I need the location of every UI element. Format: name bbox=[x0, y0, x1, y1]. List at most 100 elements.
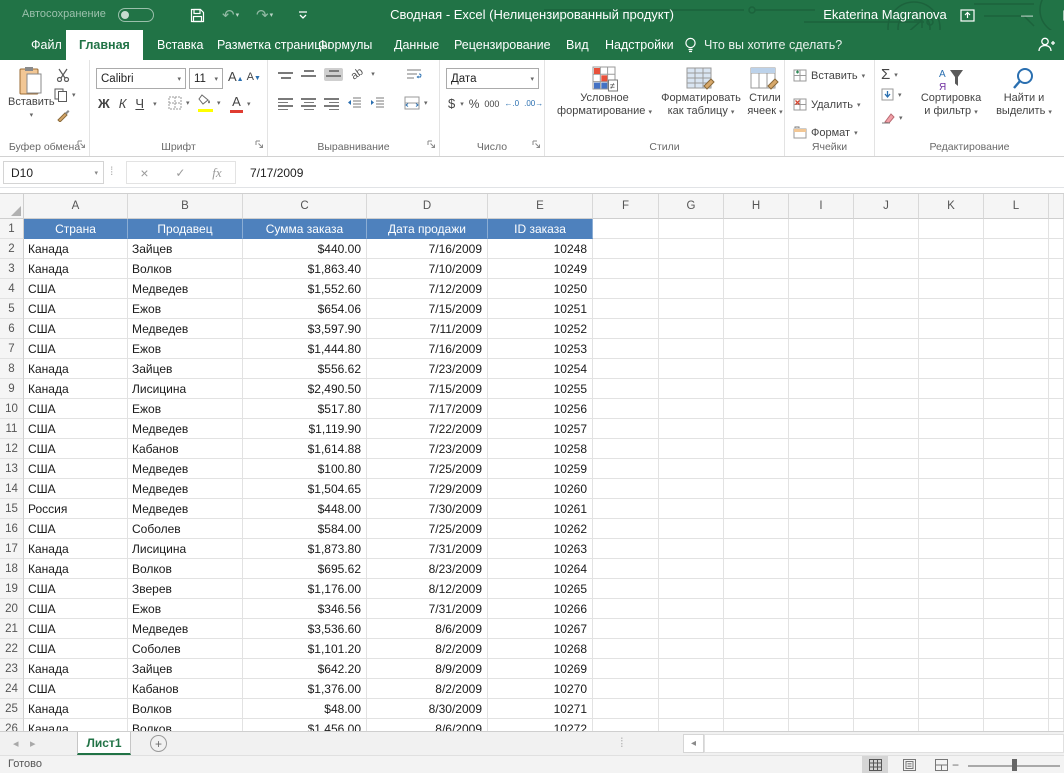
cell-L12[interactable] bbox=[984, 439, 1049, 459]
cell-G17[interactable] bbox=[659, 539, 724, 559]
cell-I2[interactable] bbox=[789, 239, 854, 259]
orientation-button[interactable]: ab bbox=[349, 66, 366, 83]
cell-F21[interactable] bbox=[593, 619, 659, 639]
cell-J2[interactable] bbox=[854, 239, 919, 259]
cell-D9[interactable]: 7/15/2009 bbox=[367, 379, 488, 399]
cell-B9[interactable]: Лисицина bbox=[128, 379, 243, 399]
cell-B24[interactable]: Кабанов bbox=[128, 679, 243, 699]
cell-C26[interactable]: $1,456.00 bbox=[243, 719, 367, 731]
cell-K2[interactable] bbox=[919, 239, 984, 259]
cell-B10[interactable]: Ежов bbox=[128, 399, 243, 419]
cell-G25[interactable] bbox=[659, 699, 724, 719]
cell-E24[interactable]: 10270 bbox=[488, 679, 593, 699]
alignment-dialog-launcher[interactable] bbox=[427, 140, 436, 152]
row-header-18[interactable]: 18 bbox=[0, 559, 24, 579]
cell-F1[interactable] bbox=[593, 219, 659, 239]
number-dialog-launcher[interactable] bbox=[532, 140, 541, 152]
cell-J24[interactable] bbox=[854, 679, 919, 699]
cell-G15[interactable] bbox=[659, 499, 724, 519]
cell-L23[interactable] bbox=[984, 659, 1049, 679]
cell-G1[interactable] bbox=[659, 219, 724, 239]
cell-D10[interactable]: 7/17/2009 bbox=[367, 399, 488, 419]
row-header-10[interactable]: 10 bbox=[0, 399, 24, 419]
cell-K11[interactable] bbox=[919, 419, 984, 439]
font-name-select[interactable]: Calibri▾ bbox=[96, 68, 186, 89]
number-format-select[interactable]: Дата▾ bbox=[446, 68, 539, 89]
cell-J16[interactable] bbox=[854, 519, 919, 539]
cell-D15[interactable]: 7/30/2009 bbox=[367, 499, 488, 519]
cell-F10[interactable] bbox=[593, 399, 659, 419]
cell-B3[interactable]: Волков bbox=[128, 259, 243, 279]
cell-K25[interactable] bbox=[919, 699, 984, 719]
cell-B16[interactable]: Соболев bbox=[128, 519, 243, 539]
cell-D16[interactable]: 7/25/2009 bbox=[367, 519, 488, 539]
cell-B19[interactable]: Зверев bbox=[128, 579, 243, 599]
tab-formulas[interactable]: Формулы bbox=[305, 30, 385, 60]
cell-C22[interactable]: $1,101.20 bbox=[243, 639, 367, 659]
tab-scroll-splitter[interactable]: ⁞ bbox=[620, 735, 624, 750]
cell-M7[interactable] bbox=[1049, 339, 1064, 359]
underline-dropdown-arrow[interactable]: ▾ bbox=[153, 100, 157, 108]
cell-H24[interactable] bbox=[724, 679, 789, 699]
cell-D4[interactable]: 7/12/2009 bbox=[367, 279, 488, 299]
cell-F20[interactable] bbox=[593, 599, 659, 619]
cell-F6[interactable] bbox=[593, 319, 659, 339]
autosum-button[interactable]: Σ▾ bbox=[881, 66, 898, 83]
column-header-C[interactable]: C bbox=[243, 194, 367, 219]
cell-H9[interactable] bbox=[724, 379, 789, 399]
percent-format-button[interactable]: % bbox=[469, 97, 480, 111]
cell-I9[interactable] bbox=[789, 379, 854, 399]
cell-F11[interactable] bbox=[593, 419, 659, 439]
cell-G19[interactable] bbox=[659, 579, 724, 599]
cell-M25[interactable] bbox=[1049, 699, 1064, 719]
cell-B8[interactable]: Зайцев bbox=[128, 359, 243, 379]
cell-K10[interactable] bbox=[919, 399, 984, 419]
cell-I17[interactable] bbox=[789, 539, 854, 559]
cell-G3[interactable] bbox=[659, 259, 724, 279]
cell-M16[interactable] bbox=[1049, 519, 1064, 539]
fill-color-button[interactable]: ▾ bbox=[198, 94, 221, 112]
cell-B22[interactable]: Соболев bbox=[128, 639, 243, 659]
cell-K20[interactable] bbox=[919, 599, 984, 619]
bold-button[interactable]: Ж bbox=[98, 96, 110, 111]
cell-H16[interactable] bbox=[724, 519, 789, 539]
cell-K6[interactable] bbox=[919, 319, 984, 339]
cell-E3[interactable]: 10249 bbox=[488, 259, 593, 279]
cell-L9[interactable] bbox=[984, 379, 1049, 399]
increase-font-button[interactable]: A▲ bbox=[228, 69, 244, 84]
cell-G5[interactable] bbox=[659, 299, 724, 319]
cell-L3[interactable] bbox=[984, 259, 1049, 279]
cell-B7[interactable]: Ежов bbox=[128, 339, 243, 359]
cell-A26[interactable]: Канада bbox=[24, 719, 128, 731]
row-header-5[interactable]: 5 bbox=[0, 299, 24, 319]
cell-G8[interactable] bbox=[659, 359, 724, 379]
row-header-17[interactable]: 17 bbox=[0, 539, 24, 559]
cell-J25[interactable] bbox=[854, 699, 919, 719]
increase-indent-button[interactable] bbox=[370, 96, 385, 112]
cell-E10[interactable]: 10256 bbox=[488, 399, 593, 419]
row-header-20[interactable]: 20 bbox=[0, 599, 24, 619]
cell-L6[interactable] bbox=[984, 319, 1049, 339]
cell-J8[interactable] bbox=[854, 359, 919, 379]
cell-L17[interactable] bbox=[984, 539, 1049, 559]
cell-J26[interactable] bbox=[854, 719, 919, 731]
cell-J14[interactable] bbox=[854, 479, 919, 499]
column-header-H[interactable]: H bbox=[724, 194, 789, 219]
cell-M3[interactable] bbox=[1049, 259, 1064, 279]
cell-B13[interactable]: Медведев bbox=[128, 459, 243, 479]
view-normal-button[interactable] bbox=[862, 756, 888, 773]
align-middle-button[interactable] bbox=[301, 70, 316, 79]
row-header-13[interactable]: 13 bbox=[0, 459, 24, 479]
cell-C24[interactable]: $1,376.00 bbox=[243, 679, 367, 699]
cell-K15[interactable] bbox=[919, 499, 984, 519]
cell-K26[interactable] bbox=[919, 719, 984, 731]
cell-M11[interactable] bbox=[1049, 419, 1064, 439]
cell-I1[interactable] bbox=[789, 219, 854, 239]
cell-G26[interactable] bbox=[659, 719, 724, 731]
cell-C2[interactable]: $440.00 bbox=[243, 239, 367, 259]
cell-J15[interactable] bbox=[854, 499, 919, 519]
cell-L19[interactable] bbox=[984, 579, 1049, 599]
cell-B12[interactable]: Кабанов bbox=[128, 439, 243, 459]
cell-A15[interactable]: Россия bbox=[24, 499, 128, 519]
cell-H23[interactable] bbox=[724, 659, 789, 679]
